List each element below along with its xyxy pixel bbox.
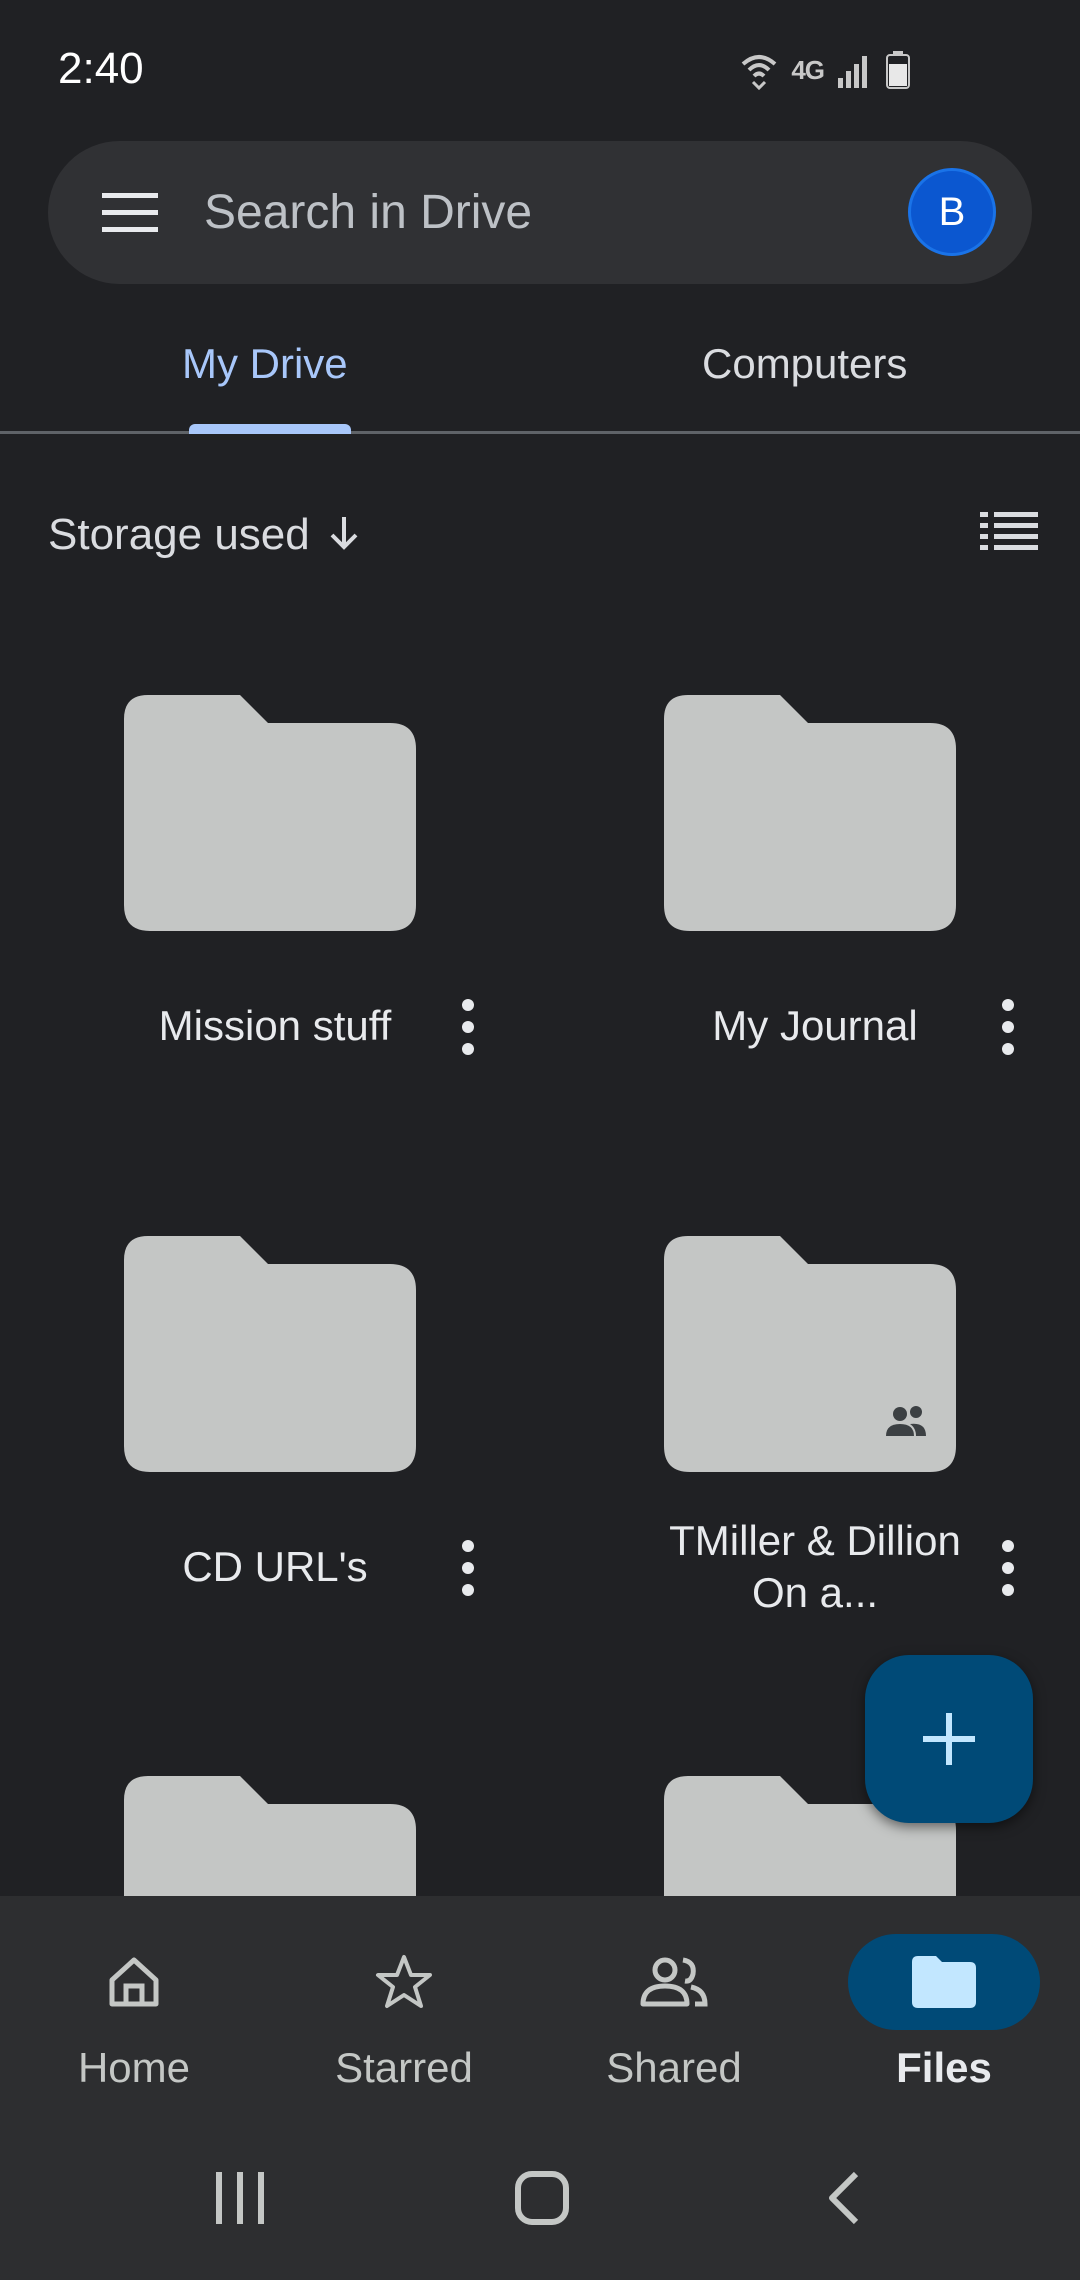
more-options-icon[interactable] (456, 997, 480, 1057)
star-icon (376, 1955, 432, 2008)
folder-icon (664, 695, 956, 931)
folder-item[interactable]: Mission stuff (0, 695, 540, 1235)
arrow-down-icon (326, 513, 362, 558)
status-bar: 2:40 4G (0, 0, 1080, 140)
nav-label-starred: Starred (335, 2044, 473, 2091)
folder-name: TMiller & Dillion On a... (669, 1517, 961, 1616)
back-icon[interactable] (826, 2170, 862, 2226)
tab-computers[interactable]: Computers (702, 340, 907, 388)
sort-control[interactable]: Storage used (48, 505, 362, 565)
folder-icon (124, 1236, 416, 1472)
more-options-icon[interactable] (996, 1538, 1020, 1598)
tab-bar: My Drive Computers (0, 300, 1080, 434)
search-input[interactable]: Search in Drive (204, 185, 532, 240)
hamburger-menu-icon[interactable] (102, 187, 158, 239)
nav-label-files: Files (896, 2044, 992, 2091)
home-button-icon[interactable] (514, 2170, 570, 2226)
bottom-navigation: Home Starred Shared Files (0, 1896, 1080, 2280)
folder-name: My Journal (712, 1002, 918, 1049)
avatar[interactable]: B (908, 168, 996, 256)
system-navigation-bar (0, 2150, 1080, 2260)
nav-item-home[interactable]: Home (34, 1934, 234, 2114)
nav-item-shared[interactable]: Shared (574, 1934, 774, 2114)
plus-icon (923, 1713, 975, 1765)
more-options-icon[interactable] (456, 1538, 480, 1598)
folder-name: Mission stuff (158, 1002, 392, 1049)
network-4g-icon: 4G (791, 54, 825, 85)
signal-icon (838, 52, 872, 88)
folder-icon (124, 695, 416, 931)
new-item-fab[interactable] (865, 1655, 1033, 1823)
nav-label-home: Home (77, 2044, 191, 2091)
status-icons: 4G (741, 48, 910, 92)
folder-name: CD URL's (182, 1543, 368, 1590)
folder-item[interactable]: My Journal (540, 695, 1080, 1235)
nav-item-files[interactable]: Files (844, 1934, 1044, 2114)
folder-icon (124, 1776, 416, 1896)
folder-icon (912, 1956, 976, 2008)
wifi-icon (741, 50, 777, 90)
battery-icon (886, 51, 910, 89)
tab-my-drive[interactable]: My Drive (182, 340, 348, 388)
shared-folder-icon (664, 1236, 956, 1472)
folder-item[interactable]: CD URL's (0, 1236, 540, 1776)
more-options-icon[interactable] (996, 997, 1020, 1057)
nav-label-shared: Shared (606, 2044, 742, 2091)
active-tab-indicator (189, 424, 351, 434)
status-time: 2:40 (58, 44, 144, 93)
list-view-icon[interactable] (980, 510, 1038, 552)
home-icon (109, 1957, 159, 2007)
sort-label: Storage used (48, 510, 310, 559)
shared-people-icon (640, 1957, 708, 2007)
folder-item[interactable] (0, 1776, 540, 1896)
recent-apps-icon[interactable] (214, 2170, 266, 2226)
search-bar[interactable]: Search in Drive B (48, 141, 1032, 284)
nav-item-starred[interactable]: Starred (304, 1934, 504, 2114)
